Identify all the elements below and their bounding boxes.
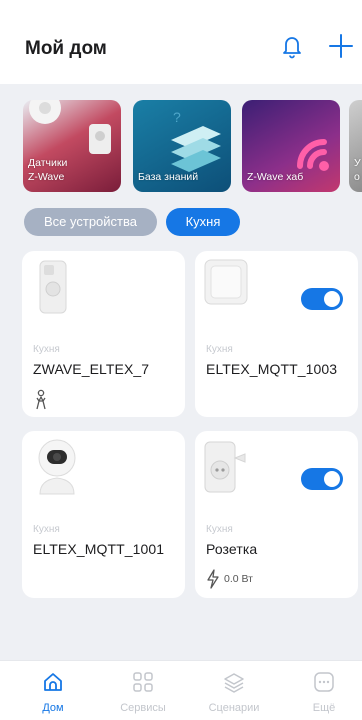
bottom-tab-bar: Дом Сервисы Сценарии Ещё — [0, 660, 362, 720]
power-reading: 0.0 Вт — [224, 573, 253, 585]
smart-plug-image — [204, 441, 246, 493]
device-card[interactable]: Кухня Розетка 0.0 Вт — [195, 431, 358, 598]
tab-services[interactable]: Сервисы — [107, 661, 179, 720]
device-name: ZWAVE_ELTEX_7 — [33, 361, 150, 377]
chip-kitchen[interactable]: Кухня — [166, 208, 240, 236]
tile-knowledge-base[interactable]: ? База знаний — [133, 100, 231, 192]
device-room: Кухня — [206, 344, 233, 355]
tab-label: Дом — [42, 702, 64, 714]
page-title: Мой дом — [25, 38, 107, 59]
tab-label: Ещё — [312, 702, 336, 714]
device-name: ELTEX_MQTT_1003 — [206, 361, 338, 377]
tab-label: Сценарии — [208, 702, 260, 714]
tile-label: У о — [354, 157, 361, 183]
device-name: Розетка — [206, 541, 258, 557]
tile-zwave-sensors[interactable]: Датчики Z-Wave — [23, 100, 121, 192]
device-card[interactable]: Кухня ZWAVE_ELTEX_7 — [22, 251, 185, 417]
device-room: Кухня — [33, 344, 60, 355]
power-toggle[interactable] — [301, 288, 343, 310]
layers-icon — [224, 673, 244, 693]
tab-scenarios[interactable]: Сценарии — [198, 661, 270, 720]
device-card[interactable]: Кухня ELTEX_MQTT_1003 — [195, 251, 358, 417]
tab-label: Сервисы — [120, 702, 166, 714]
device-room: Кухня — [206, 524, 233, 535]
switch-image — [204, 259, 248, 305]
tile-zwave-hub[interactable]: Z-Wave хаб — [242, 100, 340, 192]
grid-icon — [133, 672, 153, 692]
tile-more[interactable]: У о — [349, 100, 362, 192]
promo-tiles: Датчики Z-Wave ? База знаний Z-Wave хаб … — [23, 100, 362, 192]
motion-person-icon — [36, 389, 46, 410]
device-card[interactable]: Кухня ELTEX_MQTT_1001 — [22, 431, 185, 598]
tab-home[interactable]: Дом — [17, 661, 89, 720]
more-icon — [314, 672, 334, 692]
bell-icon[interactable] — [278, 32, 306, 60]
lightning-icon — [207, 569, 219, 589]
camera-image — [38, 439, 76, 495]
motion-sensor-image — [39, 260, 67, 314]
tile-label: Датчики Z-Wave — [28, 157, 68, 183]
svg-text:?: ? — [173, 109, 181, 125]
power-toggle[interactable] — [301, 468, 343, 490]
plus-icon[interactable] — [327, 32, 355, 60]
chip-all-devices[interactable]: Все устройства — [24, 208, 157, 236]
device-name: ELTEX_MQTT_1001 — [33, 541, 165, 557]
app-header: Мой дом — [0, 0, 362, 84]
tile-label: Z-Wave хаб — [247, 171, 304, 183]
tab-more[interactable]: Ещё — [288, 661, 360, 720]
tile-label: База знаний — [138, 171, 199, 183]
home-icon — [44, 673, 62, 691]
device-room: Кухня — [33, 524, 60, 535]
